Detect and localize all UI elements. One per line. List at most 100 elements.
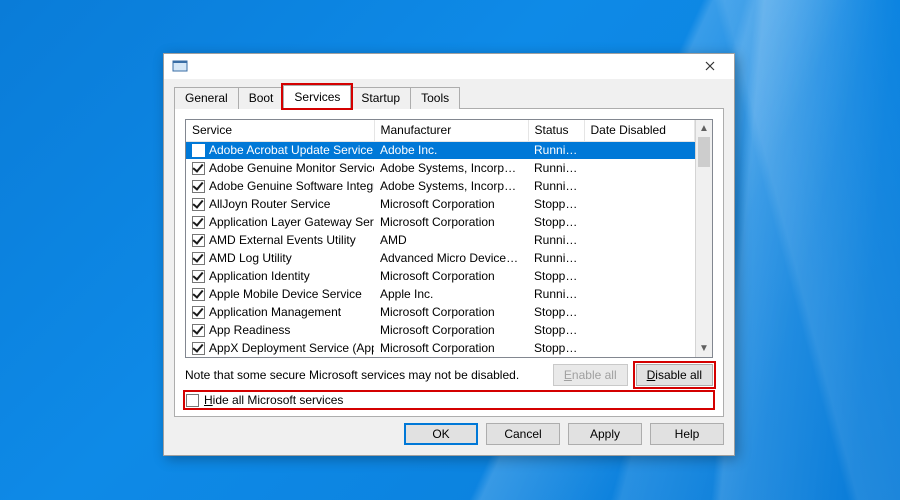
- service-date-disabled: [584, 267, 695, 285]
- close-icon: [705, 58, 715, 74]
- ok-button[interactable]: OK: [404, 423, 478, 445]
- service-date-disabled: [584, 231, 695, 249]
- service-date-disabled: [584, 159, 695, 177]
- table-row[interactable]: Application Identity Microsoft Corporatio…: [186, 267, 695, 285]
- help-button[interactable]: Help: [650, 423, 724, 445]
- service-status: Running: [528, 231, 584, 249]
- col-manufacturer[interactable]: Manufacturer: [374, 120, 528, 142]
- service-name: AMD Log Utility: [209, 251, 292, 265]
- hide-microsoft-services-checkbox[interactable]: Hide all Microsoft services: [185, 392, 713, 408]
- tab-services[interactable]: Services: [283, 85, 351, 108]
- service-manufacturer: Microsoft Corporation: [374, 213, 528, 231]
- service-status: Stopped: [528, 321, 584, 339]
- column-headers[interactable]: Service Manufacturer Status Date Disable…: [186, 120, 695, 142]
- cancel-button[interactable]: Cancel: [486, 423, 560, 445]
- service-checkbox[interactable]: [192, 324, 205, 337]
- service-manufacturer: Adobe Systems, Incorpora...: [374, 159, 528, 177]
- table-row[interactable]: AppX Deployment Service (AppX...Microsof…: [186, 339, 695, 357]
- service-checkbox[interactable]: [192, 252, 205, 265]
- service-date-disabled: [584, 213, 695, 231]
- service-manufacturer: Microsoft Corporation: [374, 303, 528, 321]
- service-manufacturer: Apple Inc.: [374, 285, 528, 303]
- service-name: Adobe Acrobat Update Service: [209, 143, 373, 157]
- col-service[interactable]: Service: [186, 120, 374, 142]
- table-row[interactable]: Application Layer Gateway ServiceMicroso…: [186, 213, 695, 231]
- service-checkbox[interactable]: [192, 306, 205, 319]
- service-manufacturer: Microsoft Corporation: [374, 321, 528, 339]
- table-row[interactable]: Adobe Genuine Monitor ServiceAdobe Syste…: [186, 159, 695, 177]
- tab-boot[interactable]: Boot: [238, 87, 285, 109]
- service-status: Stopped: [528, 195, 584, 213]
- service-name: AppX Deployment Service (AppX...: [209, 341, 374, 355]
- service-name: Application Identity: [209, 269, 310, 283]
- service-checkbox[interactable]: [192, 270, 205, 283]
- close-button[interactable]: [692, 54, 728, 78]
- service-name: App Readiness: [209, 323, 290, 337]
- service-status: Stopped: [528, 339, 584, 357]
- vertical-scrollbar[interactable]: ▲ ▼: [695, 120, 712, 358]
- service-checkbox[interactable]: [192, 144, 205, 157]
- hide-ms-checkbox-input[interactable]: [186, 394, 199, 407]
- enable-all-button[interactable]: Enable all: [553, 364, 628, 386]
- scroll-down-icon[interactable]: ▼: [696, 340, 712, 357]
- service-date-disabled: [584, 249, 695, 267]
- col-status[interactable]: Status: [528, 120, 584, 142]
- service-status: Running: [528, 285, 584, 303]
- services-panel: Service Manufacturer Status Date Disable…: [174, 108, 724, 418]
- services-listview[interactable]: Service Manufacturer Status Date Disable…: [185, 119, 713, 359]
- tabstrip: General Boot Services Startup Tools: [164, 79, 734, 108]
- secure-services-note: Note that some secure Microsoft services…: [185, 368, 545, 382]
- service-name: AMD External Events Utility: [209, 233, 356, 247]
- table-row[interactable]: AMD Log Utility Advanced Micro Devices, I…: [186, 249, 695, 267]
- service-checkbox[interactable]: [192, 234, 205, 247]
- table-row[interactable]: AllJoyn Router ServiceMicrosoft Corporat…: [186, 195, 695, 213]
- service-checkbox[interactable]: [192, 162, 205, 175]
- msconfig-icon: [172, 58, 188, 74]
- table-row[interactable]: AMD External Events Utility AMDRunning: [186, 231, 695, 249]
- table-row[interactable]: Adobe Genuine Software Integri...Adobe S…: [186, 177, 695, 195]
- service-date-disabled: [584, 321, 695, 339]
- titlebar[interactable]: [164, 54, 734, 79]
- tab-startup[interactable]: Startup: [350, 87, 411, 109]
- table-row[interactable]: Application ManagementMicrosoft Corporat…: [186, 303, 695, 321]
- service-checkbox[interactable]: [192, 198, 205, 211]
- service-date-disabled: [584, 177, 695, 195]
- service-status: Running: [528, 177, 584, 195]
- service-status: Running: [528, 249, 584, 267]
- service-checkbox[interactable]: [192, 342, 205, 355]
- service-name: Adobe Genuine Software Integri...: [209, 179, 374, 193]
- service-checkbox[interactable]: [192, 180, 205, 193]
- table-row[interactable]: App Readiness Microsoft CorporationStoppe…: [186, 321, 695, 339]
- apply-button[interactable]: Apply: [568, 423, 642, 445]
- tab-general[interactable]: General: [174, 87, 239, 109]
- service-manufacturer: AMD: [374, 231, 528, 249]
- service-manufacturer: Advanced Micro Devices, I...: [374, 249, 528, 267]
- service-checkbox[interactable]: [192, 216, 205, 229]
- scroll-up-icon[interactable]: ▲: [696, 120, 712, 137]
- dialog-buttons: OK Cancel Apply Help: [164, 423, 734, 455]
- scroll-thumb[interactable]: [698, 137, 710, 167]
- service-name: AllJoyn Router Service: [209, 197, 330, 211]
- service-status: Stopped: [528, 213, 584, 231]
- service-status: Stopped: [528, 267, 584, 285]
- service-manufacturer: Microsoft Corporation: [374, 339, 528, 357]
- service-date-disabled: [584, 285, 695, 303]
- tab-tools[interactable]: Tools: [410, 87, 460, 109]
- service-manufacturer: Adobe Systems, Incorpora...: [374, 177, 528, 195]
- service-checkbox[interactable]: [192, 288, 205, 301]
- service-date-disabled: [584, 339, 695, 357]
- service-name: Apple Mobile Device Service: [209, 287, 362, 301]
- table-row[interactable]: Adobe Acrobat Update ServiceAdobe Inc.Ru…: [186, 141, 695, 159]
- service-status: Running: [528, 141, 584, 159]
- msconfig-dialog: General Boot Services Startup Tools Serv…: [163, 53, 735, 456]
- service-status: Running: [528, 159, 584, 177]
- service-name: Adobe Genuine Monitor Service: [209, 161, 374, 175]
- service-date-disabled: [584, 141, 695, 159]
- col-date-disabled[interactable]: Date Disabled: [584, 120, 695, 142]
- service-date-disabled: [584, 303, 695, 321]
- table-row[interactable]: Apple Mobile Device Service Apple Inc.Run…: [186, 285, 695, 303]
- service-manufacturer: Microsoft Corporation: [374, 267, 528, 285]
- service-manufacturer: Adobe Inc.: [374, 141, 528, 159]
- hide-ms-label[interactable]: Hide all Microsoft services: [204, 393, 343, 407]
- disable-all-button[interactable]: Disable all: [636, 364, 713, 386]
